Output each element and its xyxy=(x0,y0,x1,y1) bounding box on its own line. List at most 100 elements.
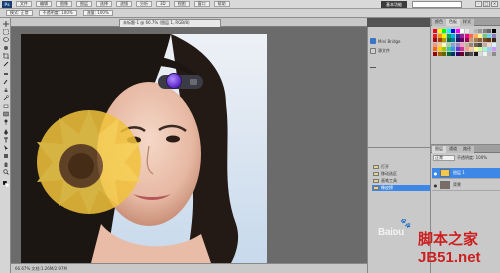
eraser-tool-icon[interactable] xyxy=(2,103,9,109)
healing-tool-icon[interactable] xyxy=(2,71,9,77)
layer-opacity-field[interactable]: 不透明度: 100% xyxy=(457,155,499,161)
color-swatch[interactable] xyxy=(446,42,451,47)
color-swatch[interactable] xyxy=(455,47,460,51)
menu-analysis[interactable]: 分析 xyxy=(136,1,152,7)
color-swatch[interactable] xyxy=(451,51,455,56)
minimize-button[interactable]: - xyxy=(475,1,482,7)
menu-file[interactable]: 文件 xyxy=(16,1,32,7)
color-swatch[interactable] xyxy=(491,29,496,33)
history-row[interactable]: 移动选区 xyxy=(372,171,430,177)
tab-styles[interactable]: 样式 xyxy=(460,19,474,26)
color-swatch[interactable] xyxy=(433,51,437,56)
color-swatch[interactable] xyxy=(482,47,487,51)
tab-swatches[interactable]: 色板 xyxy=(446,19,460,26)
color-swatch[interactable] xyxy=(451,29,455,33)
color-swatch[interactable] xyxy=(473,47,478,51)
mode-select[interactable]: 模式: 正常 xyxy=(6,10,33,16)
color-swatch[interactable] xyxy=(437,47,442,51)
mini-bridge-item[interactable]: Mini Bridge xyxy=(370,37,401,45)
color-swatch[interactable] xyxy=(482,38,487,42)
color-swatch[interactable] xyxy=(437,42,442,47)
color-swatch[interactable] xyxy=(482,33,487,38)
color-swatch[interactable] xyxy=(446,33,451,38)
color-swatch[interactable] xyxy=(433,47,437,51)
tab-color[interactable]: 颜色 xyxy=(432,19,446,26)
color-swatch[interactable] xyxy=(451,42,455,47)
flow-field[interactable]: 流量: 100% xyxy=(82,10,113,16)
color-swatch[interactable] xyxy=(455,38,460,42)
color-swatches-icon[interactable] xyxy=(2,180,9,187)
gradient-tool-icon[interactable] xyxy=(2,111,9,117)
menu-window[interactable]: 窗口 xyxy=(193,1,210,7)
navigator-widget[interactable] xyxy=(158,73,203,89)
color-swatch[interactable] xyxy=(487,38,491,42)
type-tool-icon[interactable] xyxy=(2,137,9,143)
color-swatch[interactable] xyxy=(464,51,469,56)
color-swatch[interactable] xyxy=(469,38,473,42)
color-swatch[interactable] xyxy=(451,47,455,51)
color-swatch[interactable] xyxy=(469,29,473,33)
color-swatch[interactable] xyxy=(464,38,469,42)
navigator-arrow-icon[interactable] xyxy=(190,79,197,85)
history-row[interactable]: 画笔工具 xyxy=(372,178,430,184)
color-swatch[interactable] xyxy=(442,33,446,38)
tab-paths[interactable]: 路径 xyxy=(460,146,474,153)
color-swatch[interactable] xyxy=(478,33,482,38)
color-swatch[interactable] xyxy=(455,29,460,33)
color-swatch[interactable] xyxy=(433,29,437,33)
color-swatch[interactable] xyxy=(473,33,478,38)
color-swatch[interactable] xyxy=(446,47,451,51)
search-input[interactable] xyxy=(412,1,462,8)
color-swatch[interactable] xyxy=(469,33,473,38)
color-swatch[interactable] xyxy=(487,51,491,56)
history-brush-tool-icon[interactable] xyxy=(2,95,9,101)
color-swatch[interactable] xyxy=(455,42,460,47)
color-swatch[interactable] xyxy=(460,38,464,42)
color-swatch[interactable] xyxy=(437,29,442,33)
blend-mode-select[interactable]: 正常 xyxy=(433,155,455,161)
maximize-button[interactable]: □ xyxy=(483,1,490,7)
color-swatch[interactable] xyxy=(478,47,482,51)
menu-view[interactable]: 视图 xyxy=(173,1,190,7)
tab-channels[interactable]: 通道 xyxy=(446,146,460,153)
zoom-tool-icon[interactable] xyxy=(2,169,9,175)
minimize-panel-icon[interactable] xyxy=(370,63,376,71)
color-swatch[interactable] xyxy=(473,42,478,47)
color-swatch[interactable] xyxy=(491,33,496,38)
color-swatch[interactable] xyxy=(487,42,491,47)
source-file-item[interactable]: 源文件 xyxy=(370,47,390,55)
color-swatch[interactable] xyxy=(451,38,455,42)
color-swatch[interactable] xyxy=(437,33,442,38)
tab-layers[interactable]: 图层 xyxy=(432,146,446,153)
history-row-selected[interactable]: 橡皮擦 xyxy=(372,185,430,191)
color-swatch[interactable] xyxy=(460,29,464,33)
path-select-tool-icon[interactable] xyxy=(2,145,9,151)
color-swatch[interactable] xyxy=(487,29,491,33)
color-swatch[interactable] xyxy=(442,51,446,56)
color-swatch[interactable] xyxy=(491,42,496,47)
menu-help[interactable]: 帮助 xyxy=(213,1,230,7)
color-swatch[interactable] xyxy=(446,29,451,33)
menu-layer[interactable]: 图层 xyxy=(76,1,92,7)
crop-tool-icon[interactable] xyxy=(2,53,9,59)
color-swatch[interactable] xyxy=(446,51,451,56)
color-swatch[interactable] xyxy=(442,42,446,47)
color-swatch[interactable] xyxy=(473,51,478,56)
hand-tool-icon[interactable] xyxy=(2,161,9,167)
color-swatch[interactable] xyxy=(482,51,487,56)
color-swatch[interactable] xyxy=(478,29,482,33)
color-swatch[interactable] xyxy=(491,51,496,56)
color-swatch[interactable] xyxy=(433,38,437,42)
color-swatch[interactable] xyxy=(460,42,464,47)
color-swatch[interactable] xyxy=(469,47,473,51)
color-swatch[interactable] xyxy=(433,42,437,47)
menu-edit[interactable]: 编辑 xyxy=(36,1,52,7)
eyedropper-tool-icon[interactable] xyxy=(2,61,9,67)
color-swatch[interactable] xyxy=(478,42,482,47)
color-swatch[interactable] xyxy=(482,42,487,47)
color-swatch[interactable] xyxy=(491,38,496,42)
layer-row-selected[interactable]: ● 图层 1 xyxy=(432,168,500,179)
color-swatch[interactable] xyxy=(437,51,442,56)
color-swatch[interactable] xyxy=(455,51,460,56)
color-swatch[interactable] xyxy=(464,47,469,51)
